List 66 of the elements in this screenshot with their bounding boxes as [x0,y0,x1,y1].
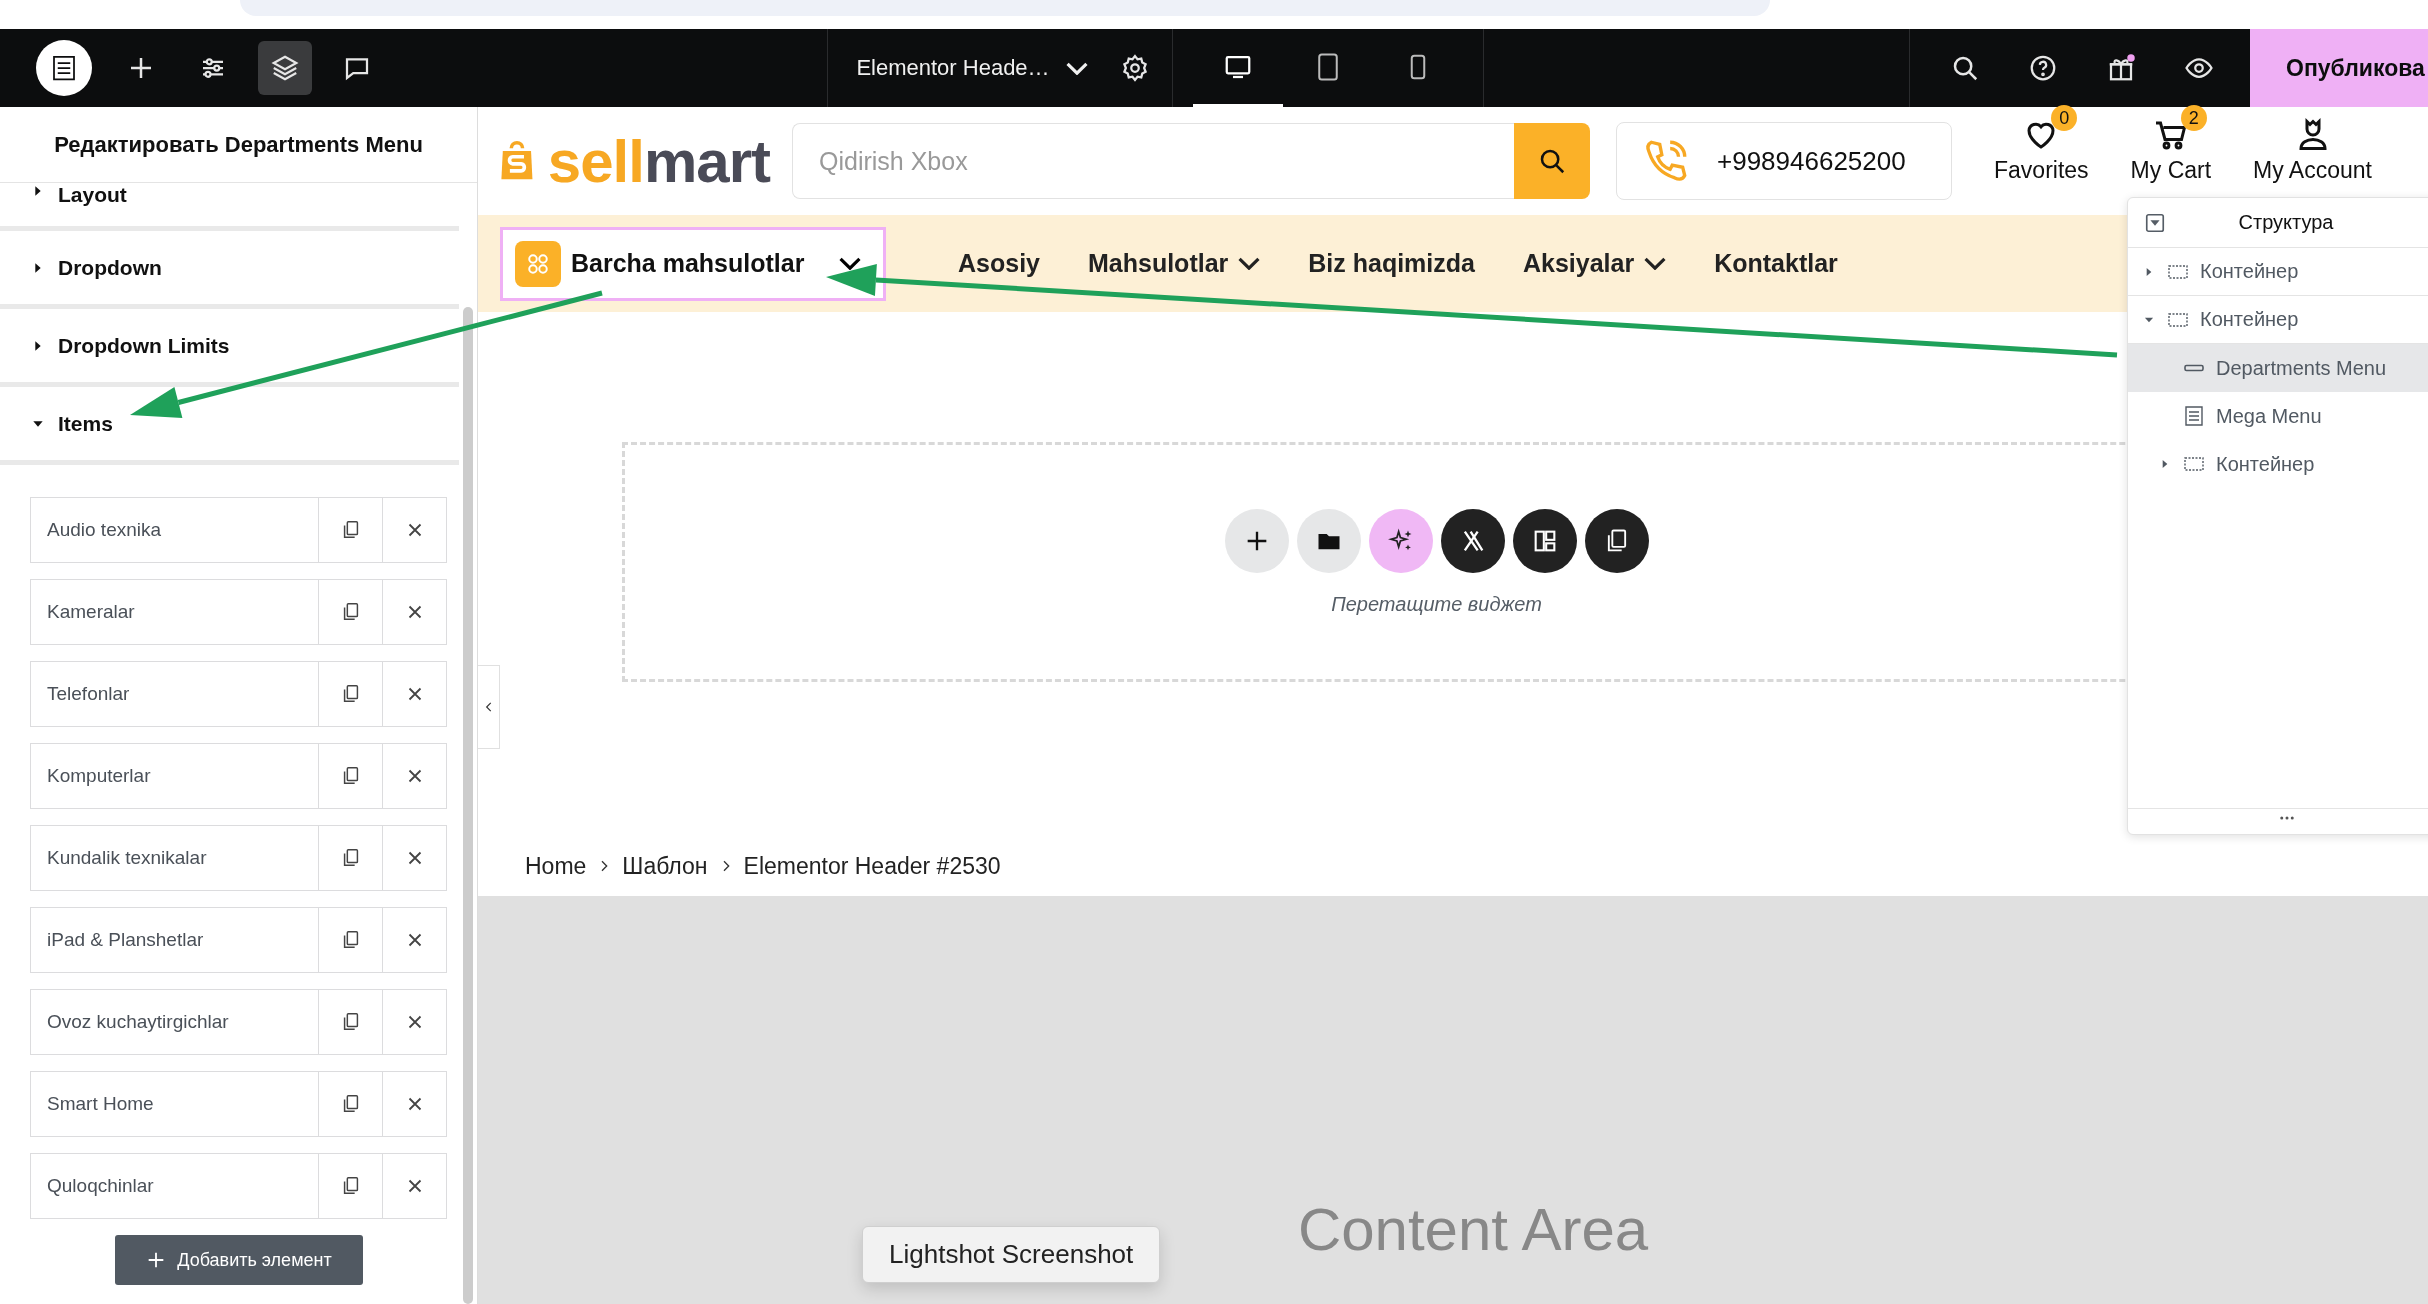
repeater-item[interactable]: Audio texnika [30,497,447,563]
layers-button[interactable] [258,41,312,95]
breadcrumb-link[interactable]: Home [525,852,587,880]
chevron-down-icon [839,257,861,270]
section-label: Layout [58,183,127,207]
drop-hint: Перетащите виджет [1331,592,1542,616]
chevron-down-icon [1065,61,1088,75]
item-label: Telefonlar [46,683,131,705]
section-header[interactable]: Layout [0,183,459,231]
nav-link[interactable]: Kontaktlar [1714,249,1838,278]
add-item-button[interactable]: Добавить элемент [114,1235,363,1285]
structure-title: Структура [2237,211,2335,234]
item-label: Quloqchinlar [46,1175,155,1197]
repeater-item[interactable]: Smart Home [30,1071,447,1137]
nav-link[interactable]: Biz haqimizda [1308,249,1475,278]
structure-item[interactable]: Mega Menu [2128,392,2428,440]
tooltip: Lightshot Screenshot [862,1226,1161,1283]
chevron-down-icon [1644,257,1667,270]
cart-link[interactable]: My Cart [2130,157,2212,184]
section-header[interactable]: Dropdown [0,231,459,309]
structure-item[interactable]: Контейнер [2128,248,2428,296]
search-field[interactable]: Qidirish Xbox [792,123,1514,199]
repeater-item[interactable]: Kameralar [30,579,447,645]
collapse-icon[interactable] [2144,211,2166,234]
departments-menu-button[interactable]: Barcha mahsulotlar [500,226,886,301]
breadcrumb-link[interactable]: Шаблон [622,852,708,880]
grid-icon [515,240,561,287]
count-badge: 2 [2180,105,2207,131]
chevron-down-icon [1238,257,1261,270]
help-icon [2028,53,2058,83]
panel-title: Редактировать Departments Menu [0,107,477,183]
item-label: Audio texnika [46,519,163,541]
structure-item[interactable]: Контейнер [2128,440,2428,488]
nav-link[interactable]: Asosiy [958,249,1040,278]
repeater-item[interactable]: Komputerlar [30,743,447,809]
document-icon [2182,404,2206,428]
repeater-item[interactable]: Ovoz kuchaytirgichlar [30,989,447,1055]
elementor-logo[interactable] [36,40,92,96]
publish-button[interactable]: Опубликова [2250,29,2428,107]
layers-icon [270,53,300,83]
repeater-item[interactable]: Kundalik texnikalar [30,825,447,891]
item-label: Kundalik texnikalar [46,847,208,869]
count-badge: 0 [2051,105,2078,131]
content-area-label: Content Area [1297,1195,1649,1264]
item-label: Smart Home [46,1093,155,1115]
item-label: Komputerlar [46,765,152,787]
nav-link[interactable]: Aksiyalar [1522,249,1667,278]
section-label: Dropdown [58,255,162,280]
section-label: Dropdown Limits [58,333,230,358]
item-label: Kameralar [46,601,136,623]
nav-link[interactable]: Mahsulotlar [1088,249,1261,278]
favorites-link[interactable]: Favorites [1994,157,2089,184]
search-button[interactable] [1514,123,1590,199]
section-label: Items [58,411,113,436]
phone-number: +998946625200 [1717,145,1906,177]
document-title-dropdown[interactable]: Elementor Heade… [856,55,1088,81]
scrollbar[interactable] [463,307,473,1304]
structure-item[interactable]: Departments Menu [2128,344,2428,392]
repeater-item[interactable]: iPad & Planshetlar [30,907,447,973]
item-label: Ovoz kuchaytirgichlar [46,1011,230,1033]
repeater-item[interactable]: Quloqchinlar [30,1153,447,1219]
account-link[interactable]: My Account [2253,157,2372,184]
repeater-item[interactable]: Telefonlar [30,661,447,727]
item-label: iPad & Planshetlar [46,929,205,951]
logo-wordmark[interactable]: sellmart [547,126,770,196]
section-header[interactable]: Dropdown Limits [0,309,459,387]
